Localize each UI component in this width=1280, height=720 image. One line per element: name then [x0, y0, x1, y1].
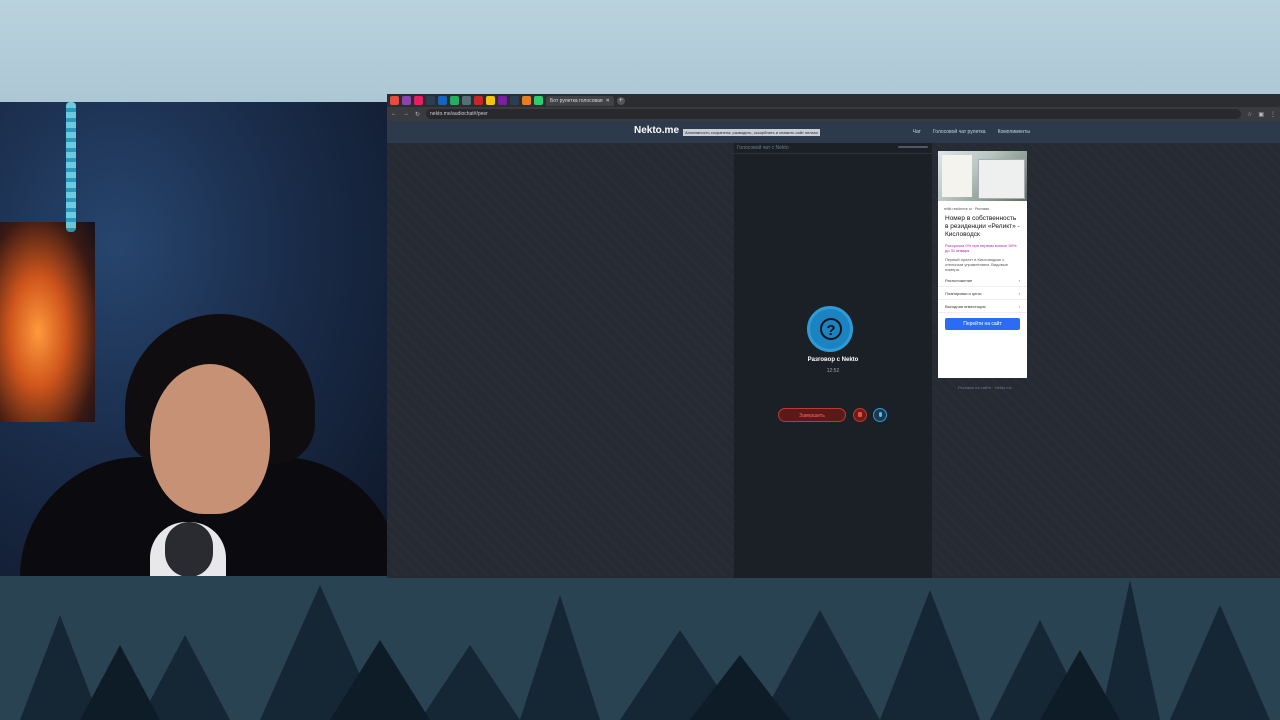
url-field[interactable]: nekto.me/audiochat#/peer [426, 109, 1241, 119]
site-nav: Чат Голосовой чат рулетка Комплименты [913, 129, 1030, 135]
chat-title: Голосовой чат с Nekto [734, 143, 932, 154]
ad-link-location[interactable]: Расположение › [938, 274, 1027, 287]
tab-favicon[interactable] [510, 96, 519, 105]
address-bar: ← → ↻ nekto.me/audiochat#/peer ☆ ▣ ⋮ [387, 107, 1280, 121]
chevron-right-icon: › [1018, 291, 1020, 296]
tab-title: Бот рулетка голосовая [550, 97, 603, 104]
streamer-face [150, 364, 270, 514]
tab-bar: Бот рулетка голосовая ✕ + [387, 94, 1280, 107]
menu-icon[interactable]: ⋮ [1270, 111, 1276, 118]
report-button[interactable] [853, 408, 867, 422]
mic-button[interactable] [873, 408, 887, 422]
call-timer: 12:52 [826, 368, 840, 374]
peer-avatar: ? [807, 306, 853, 352]
fireplace-tv [0, 222, 95, 422]
tab-favicon[interactable] [402, 96, 411, 105]
tab-favicon[interactable] [438, 96, 447, 105]
ad-image[interactable] [938, 151, 1027, 201]
site-logo[interactable]: Nekto.me [634, 125, 679, 136]
forward-icon[interactable]: → [403, 111, 409, 117]
webcam-overlay [0, 102, 388, 576]
tab-favicon[interactable] [534, 96, 543, 105]
site-notice: Анонимность сохранена: разводить, оскорб… [683, 129, 820, 136]
peer-name: Разговор с Nekto [807, 357, 859, 363]
ad-domain: relikt-residence.ru · Реклама [944, 207, 989, 211]
tab-favicon[interactable] [390, 96, 399, 105]
close-icon[interactable]: ✕ [606, 98, 610, 104]
ad-link-investment[interactable]: Выгодная инвестиция › [938, 300, 1027, 313]
tab-favicon[interactable] [414, 96, 423, 105]
browser-window: Бот рулетка голосовая ✕ + ← → ↻ nekto.me… [387, 94, 1280, 578]
volume-slider[interactable] [898, 146, 928, 148]
tab-favicon[interactable] [426, 96, 435, 105]
voice-chat-panel: Голосовой чат с Nekto ? Разговор с Nekto… [734, 143, 932, 578]
nav-compliments[interactable]: Комплименты [998, 129, 1030, 135]
ad-link-plans[interactable]: Планировки и цены › [938, 287, 1027, 300]
nekto-site: Nekto.me Анонимность сохранена: разводит… [387, 121, 1280, 578]
forest-background [0, 575, 1280, 720]
chevron-right-icon: › [1018, 278, 1020, 283]
end-call-label: Завершить [799, 413, 825, 419]
ad-title[interactable]: Номер в собственность в резиденции «Рели… [938, 213, 1027, 241]
back-icon[interactable]: ← [391, 111, 397, 117]
ad-brochure-image [942, 155, 972, 197]
tab-favicon[interactable] [498, 96, 507, 105]
tab-active[interactable]: Бот рулетка голосовая ✕ [546, 95, 614, 106]
ad-building-image [978, 159, 1025, 199]
ad-description: Первый проект в Кисловодске с отельным у… [945, 257, 1008, 272]
ad-promo: Рассрочка 0% при первом взносе 50% до 31… [945, 243, 1017, 253]
microphone-head [165, 522, 213, 576]
ad-footnote[interactable]: Реклама на сайте · Nekto.me [958, 385, 1012, 390]
extensions-icon[interactable]: ▣ [1258, 111, 1264, 118]
tab-favicon[interactable] [486, 96, 495, 105]
ad-badge: Реклама [974, 207, 989, 211]
site-header: Nekto.me Анонимность сохранена: разводит… [387, 121, 1280, 143]
tab-favicon[interactable] [474, 96, 483, 105]
tab-favicon[interactable] [450, 96, 459, 105]
question-icon: ? [820, 318, 842, 340]
ad-banner[interactable]: relikt-residence.ru · Реклама Номер в со… [938, 151, 1027, 378]
chevron-right-icon: › [1018, 304, 1020, 309]
nav-voice-chat[interactable]: Голосовой чат рулетка [933, 129, 986, 135]
led-strip [66, 102, 76, 232]
tab-favicon[interactable] [522, 96, 531, 105]
tab-favicon[interactable] [462, 96, 471, 105]
reload-icon[interactable]: ↻ [415, 111, 420, 118]
nav-chat[interactable]: Чат [913, 129, 921, 135]
end-call-button[interactable]: Завершить [778, 408, 846, 422]
new-tab-button[interactable]: + [616, 96, 625, 105]
ad-cta-button[interactable]: Перейти на сайт [945, 318, 1020, 330]
star-icon[interactable]: ☆ [1247, 111, 1252, 118]
